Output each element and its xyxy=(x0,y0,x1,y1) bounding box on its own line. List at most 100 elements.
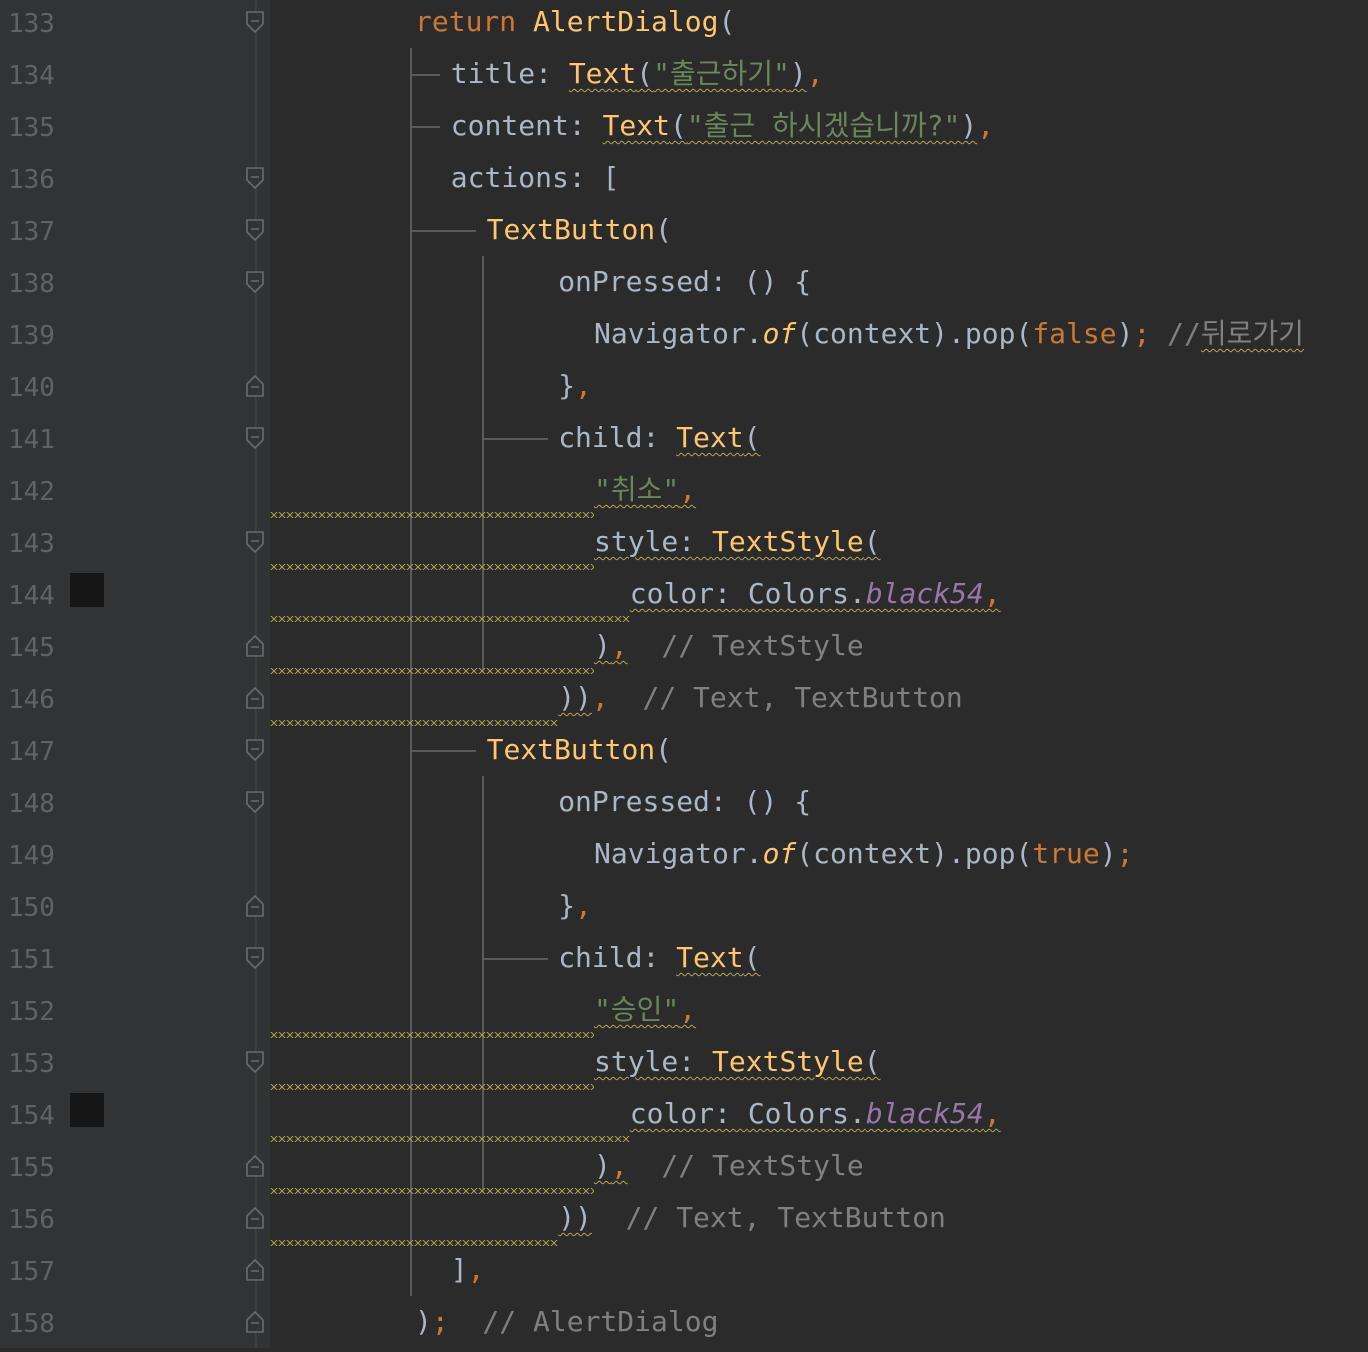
code-line[interactable]: }, xyxy=(270,884,1368,936)
fold-collapse-icon[interactable] xyxy=(245,530,265,554)
breakpoint-marker[interactable] xyxy=(70,1093,104,1127)
code-line-text: ), // TextStyle xyxy=(594,628,864,664)
code-token: ( xyxy=(655,733,673,766)
fold-end-icon[interactable] xyxy=(245,1154,265,1178)
code-token: "승인" xyxy=(594,993,680,1026)
gutter-row[interactable]: 154 xyxy=(0,1092,270,1144)
gutter-row[interactable]: 150 xyxy=(0,884,270,936)
gutter-row[interactable]: 137 xyxy=(0,208,270,260)
code-line[interactable]: )), // Text, TextButton xyxy=(270,676,1368,728)
code-line[interactable]: return AlertDialog( xyxy=(270,0,1368,52)
code-line[interactable]: actions: [ xyxy=(270,156,1368,208)
breakpoint-marker[interactable] xyxy=(70,573,104,607)
gutter-row[interactable]: 147 xyxy=(0,728,270,780)
code-line-text: TextButton( xyxy=(487,732,672,768)
gutter-row[interactable]: 153 xyxy=(0,1040,270,1092)
code-token: , xyxy=(983,577,1001,610)
code-line[interactable]: "승인", xyxy=(270,988,1368,1040)
code-line[interactable]: onPressed: () { xyxy=(270,780,1368,832)
code-area[interactable]: return AlertDialog(title: Text("출근하기"), c… xyxy=(270,0,1368,1348)
code-token: black54 xyxy=(865,1097,984,1130)
code-line[interactable]: Navigator.of(context).pop(false); //뒤로가기 xyxy=(270,312,1368,364)
code-line[interactable]: title: Text("출근하기"), xyxy=(270,52,1368,104)
gutter-row[interactable]: 139 xyxy=(0,312,270,364)
code-line[interactable]: ); // AlertDialog xyxy=(270,1300,1368,1352)
gutter-row[interactable]: 157 xyxy=(0,1248,270,1300)
gutter-row[interactable]: 158 xyxy=(0,1300,270,1352)
code-token: false xyxy=(1032,317,1117,350)
code-line[interactable]: }, xyxy=(270,364,1368,416)
fold-end-icon[interactable] xyxy=(245,686,265,710)
code-line-text: Navigator.of(context).pop(false); //뒤로가기 xyxy=(594,316,1304,352)
fold-end-icon[interactable] xyxy=(245,634,265,658)
line-number: 135 xyxy=(8,113,55,143)
gutter-row[interactable]: 155 xyxy=(0,1144,270,1196)
fold-collapse-icon[interactable] xyxy=(245,10,265,34)
fold-collapse-icon[interactable] xyxy=(245,1050,265,1074)
code-token: Navigator. xyxy=(594,317,763,350)
code-line-text: color: Colors.black54, xyxy=(630,1096,1001,1132)
gutter-row[interactable]: 144 xyxy=(0,572,270,624)
code-token: title: xyxy=(450,57,569,90)
gutter-row[interactable]: 146 xyxy=(0,676,270,728)
fold-collapse-icon[interactable] xyxy=(245,166,265,190)
gutter-row[interactable]: 151 xyxy=(0,936,270,988)
code-token: } xyxy=(558,369,576,402)
fold-end-icon[interactable] xyxy=(245,1258,265,1282)
gutter-row[interactable]: 142 xyxy=(0,468,270,520)
code-line[interactable]: content: Text("출근 하시겠습니까?"), xyxy=(270,104,1368,156)
code-line[interactable]: onPressed: () { xyxy=(270,260,1368,312)
gutter-row[interactable]: 133 xyxy=(0,0,270,52)
code-line[interactable]: style: TextStyle( xyxy=(270,1040,1368,1092)
code-line-text: onPressed: () { xyxy=(558,264,811,300)
code-line[interactable]: ), // TextStyle xyxy=(270,624,1368,676)
code-line[interactable]: child: Text( xyxy=(270,936,1368,988)
gutter-row[interactable]: 141 xyxy=(0,416,270,468)
fold-end-icon[interactable] xyxy=(245,894,265,918)
code-editor[interactable]: 133 134 135 136 137 138 139 140 141 142 143 144 145 1… xyxy=(0,0,1368,1348)
code-token: ( xyxy=(863,1045,881,1078)
gutter-row[interactable]: 136 xyxy=(0,156,270,208)
fold-collapse-icon[interactable] xyxy=(245,218,265,242)
code-line[interactable]: TextButton( xyxy=(270,728,1368,780)
code-token: ; xyxy=(431,1305,449,1338)
code-line[interactable]: )) // Text, TextButton xyxy=(270,1196,1368,1248)
gutter-row[interactable]: 135 xyxy=(0,104,270,156)
gutter-row[interactable]: 145 xyxy=(0,624,270,676)
fold-collapse-icon[interactable] xyxy=(245,270,265,294)
code-line-text: return AlertDialog( xyxy=(415,4,735,40)
fold-collapse-icon[interactable] xyxy=(245,738,265,762)
code-token: ) xyxy=(960,109,978,142)
gutter-row[interactable]: 148 xyxy=(0,780,270,832)
gutter-row[interactable]: 156 xyxy=(0,1196,270,1248)
code-line[interactable]: TextButton( xyxy=(270,208,1368,260)
code-line[interactable]: Navigator.of(context).pop(true); xyxy=(270,832,1368,884)
editor-gutter[interactable]: 133 134 135 136 137 138 139 140 141 142 143 144 145 1… xyxy=(0,0,270,1348)
fold-collapse-icon[interactable] xyxy=(245,946,265,970)
fold-end-icon[interactable] xyxy=(245,1310,265,1334)
fold-collapse-icon[interactable] xyxy=(245,790,265,814)
fold-end-icon[interactable] xyxy=(245,1206,265,1230)
code-line[interactable]: color: Colors.black54, xyxy=(270,1092,1368,1144)
code-token: TextButton xyxy=(486,733,656,766)
code-token: , xyxy=(806,57,824,90)
code-token: of xyxy=(762,837,797,870)
code-line[interactable]: ], xyxy=(270,1248,1368,1300)
code-token: AlertDialog xyxy=(533,5,719,38)
gutter-row[interactable]: 152 xyxy=(0,988,270,1040)
fold-end-icon[interactable] xyxy=(245,374,265,398)
gutter-row[interactable]: 134 xyxy=(0,52,270,104)
code-token: (context).pop( xyxy=(796,837,1033,870)
line-number: 136 xyxy=(8,165,55,195)
gutter-row[interactable]: 140 xyxy=(0,364,270,416)
gutter-row[interactable]: 138 xyxy=(0,260,270,312)
gutter-row[interactable]: 143 xyxy=(0,520,270,572)
code-line[interactable]: style: TextStyle( xyxy=(270,520,1368,572)
code-line-text: child: Text( xyxy=(558,940,760,976)
code-line[interactable]: ), // TextStyle xyxy=(270,1144,1368,1196)
code-line[interactable]: "취소", xyxy=(270,468,1368,520)
fold-collapse-icon[interactable] xyxy=(245,426,265,450)
code-line[interactable]: child: Text( xyxy=(270,416,1368,468)
code-line[interactable]: color: Colors.black54, xyxy=(270,572,1368,624)
gutter-row[interactable]: 149 xyxy=(0,832,270,884)
